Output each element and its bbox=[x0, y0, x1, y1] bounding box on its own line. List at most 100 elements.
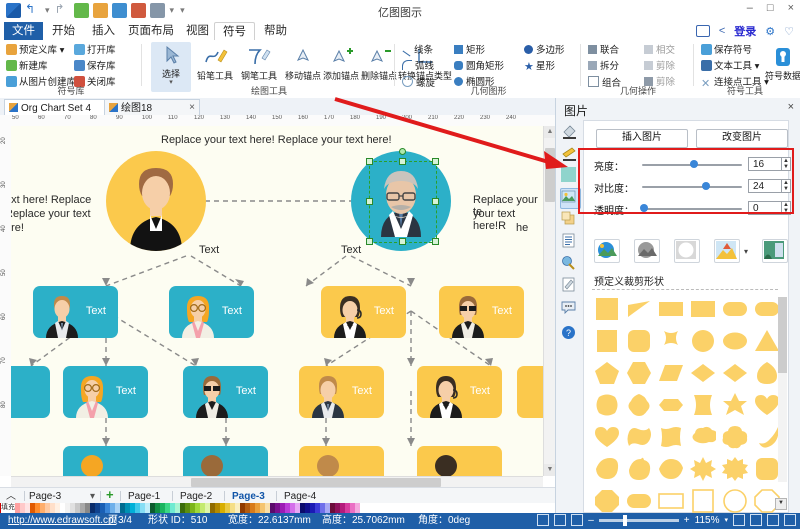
tab-insert[interactable]: 插入 bbox=[84, 22, 123, 40]
cmd-save-symbol[interactable]: 保存符号 bbox=[701, 44, 752, 57]
resize-handle-sw[interactable] bbox=[366, 238, 373, 245]
contrast-stepper[interactable]: ▲▼ bbox=[782, 179, 791, 193]
crop-shape-item[interactable] bbox=[690, 361, 722, 393]
canvas-text-left-1[interactable]: ext here! Replace bbox=[11, 194, 91, 206]
canvas-text-right-3[interactable]: he bbox=[516, 222, 528, 234]
crop-shape-item[interactable] bbox=[658, 425, 690, 457]
crop-shape-item[interactable] bbox=[658, 361, 690, 393]
fit-page-icon[interactable] bbox=[733, 514, 745, 526]
org-card[interactable]: Text bbox=[299, 366, 384, 418]
add-page-button[interactable]: + bbox=[106, 488, 114, 501]
resize-handle-nw[interactable] bbox=[366, 158, 373, 165]
org-card[interactable] bbox=[183, 446, 268, 476]
zoom-slider-knob[interactable] bbox=[623, 515, 627, 526]
crop-shape-grid[interactable] bbox=[594, 297, 790, 521]
comment-icon[interactable] bbox=[560, 298, 581, 319]
current-page-label[interactable]: Page-3 bbox=[29, 490, 61, 503]
document-tab-drawing18[interactable]: 绘图18 × bbox=[104, 99, 200, 116]
scroll-thumb[interactable] bbox=[778, 297, 787, 373]
org-card[interactable]: Text bbox=[183, 366, 268, 418]
crop-shape-item[interactable] bbox=[722, 425, 754, 457]
close-icon[interactable]: × bbox=[189, 100, 195, 116]
canvas-node-label-right[interactable]: Text bbox=[341, 244, 361, 256]
contrast-value[interactable]: 24 bbox=[748, 179, 782, 193]
crop-shape-item[interactable] bbox=[690, 297, 722, 329]
recolor-icon[interactable] bbox=[594, 239, 620, 263]
opacity-knob[interactable] bbox=[640, 204, 648, 212]
zoom-in-button[interactable]: + bbox=[684, 515, 690, 526]
org-card[interactable] bbox=[11, 366, 50, 418]
shape-grid-expand-button[interactable]: ▼ bbox=[775, 498, 787, 510]
contrast-knob[interactable] bbox=[702, 182, 710, 190]
resize-handle-n[interactable] bbox=[399, 158, 406, 165]
drawing-canvas[interactable]: Replace your text here! Replace your tex… bbox=[11, 126, 543, 476]
notes-icon[interactable] bbox=[560, 276, 581, 297]
change-image-button[interactable]: 改变图片 bbox=[696, 129, 788, 148]
zoom-dropdown-icon[interactable]: ▾ bbox=[724, 516, 728, 524]
crop-shape-item[interactable] bbox=[626, 329, 658, 361]
page-tab-4[interactable]: Page-4 bbox=[284, 490, 316, 503]
crop-shape-item[interactable] bbox=[690, 425, 722, 457]
chevron-up-icon[interactable]: ︿ bbox=[6, 490, 16, 503]
crop-shape-item[interactable] bbox=[658, 457, 690, 489]
canvas-text-left-2[interactable]: Replace your text bbox=[11, 208, 91, 220]
btn-symbol-data[interactable]: 符号数据 bbox=[763, 44, 800, 82]
login-button[interactable]: 登录 bbox=[734, 23, 756, 39]
page-tab-2[interactable]: Page-2 bbox=[180, 490, 212, 503]
org-card[interactable]: Text bbox=[33, 286, 118, 338]
org-card[interactable]: Text bbox=[63, 366, 148, 418]
brightness-stepper[interactable]: ▲▼ bbox=[782, 157, 791, 171]
cmd-line[interactable]: 线条 bbox=[402, 44, 433, 57]
canvas-text-left-3[interactable]: ere! bbox=[11, 222, 24, 234]
theme-color-icon[interactable] bbox=[560, 166, 581, 187]
org-card[interactable] bbox=[417, 446, 502, 476]
cmd-rounded-rectangle[interactable]: 圆角矩形 bbox=[454, 60, 504, 73]
normal-view-icon[interactable] bbox=[537, 514, 549, 526]
fill-icon[interactable] bbox=[560, 122, 581, 143]
resize-handle-e[interactable] bbox=[432, 198, 439, 205]
crop-shape-item[interactable] bbox=[722, 361, 754, 393]
favorite-icon[interactable]: ♡ bbox=[784, 25, 794, 38]
rotation-handle[interactable] bbox=[399, 148, 406, 155]
resize-handle-se[interactable] bbox=[432, 238, 439, 245]
hyperlink-icon[interactable] bbox=[560, 254, 581, 275]
cmd-subtract[interactable]: 剪除 bbox=[644, 60, 675, 73]
org-card[interactable]: Text bbox=[417, 366, 502, 418]
presentation-icon[interactable] bbox=[554, 514, 566, 526]
tab-view[interactable]: 视图 bbox=[178, 22, 217, 40]
shadow-icon[interactable] bbox=[560, 210, 581, 231]
org-card[interactable] bbox=[517, 366, 543, 418]
crop-shape-icon[interactable] bbox=[674, 239, 700, 263]
document-icon[interactable] bbox=[560, 232, 581, 253]
crop-shape-item[interactable] bbox=[722, 329, 754, 361]
root-avatar-left[interactable] bbox=[106, 151, 206, 251]
opacity-stepper[interactable]: ▲▼ bbox=[782, 201, 791, 215]
btn-add-anchor[interactable]: 添加锚点 bbox=[321, 44, 361, 82]
crop-shape-item[interactable] bbox=[594, 361, 626, 393]
tab-home[interactable]: 开始 bbox=[44, 22, 83, 40]
tab-symbol[interactable]: 符号 bbox=[214, 22, 255, 42]
cmd-union[interactable]: 联合 bbox=[588, 44, 619, 57]
crop-shape-item[interactable] bbox=[722, 457, 754, 489]
btn-pen-tool[interactable]: 钢笔工具 bbox=[239, 44, 279, 82]
opacity-track[interactable] bbox=[642, 208, 742, 210]
cmd-intersect[interactable]: 相交 bbox=[644, 44, 675, 57]
cmd-new-library[interactable]: 新建库 bbox=[6, 60, 48, 73]
share-icon[interactable] bbox=[696, 25, 710, 37]
crop-shape-item[interactable] bbox=[626, 393, 658, 425]
contrast-track[interactable] bbox=[642, 186, 742, 188]
cmd-open-library[interactable]: 打开库 bbox=[74, 44, 116, 57]
crop-shape-item[interactable] bbox=[658, 329, 690, 361]
cmd-arc[interactable]: 弧线 bbox=[402, 60, 434, 73]
scroll-thumb[interactable] bbox=[545, 148, 555, 202]
crop-shape-item[interactable] bbox=[594, 457, 626, 489]
org-card[interactable]: Text bbox=[439, 286, 524, 338]
cmd-text-tool[interactable]: 文本工具 ▾ bbox=[701, 60, 759, 73]
canvas-text-right-2[interactable]: your text here!R bbox=[473, 208, 543, 232]
grayscale-icon[interactable] bbox=[634, 239, 660, 263]
canvas-text-top[interactable]: Replace your text here! Replace your tex… bbox=[161, 134, 392, 146]
crop-shape-item[interactable] bbox=[722, 297, 754, 329]
org-card[interactable] bbox=[63, 446, 148, 476]
org-card[interactable]: Text bbox=[169, 286, 254, 338]
crop-shape-item[interactable] bbox=[626, 457, 658, 489]
